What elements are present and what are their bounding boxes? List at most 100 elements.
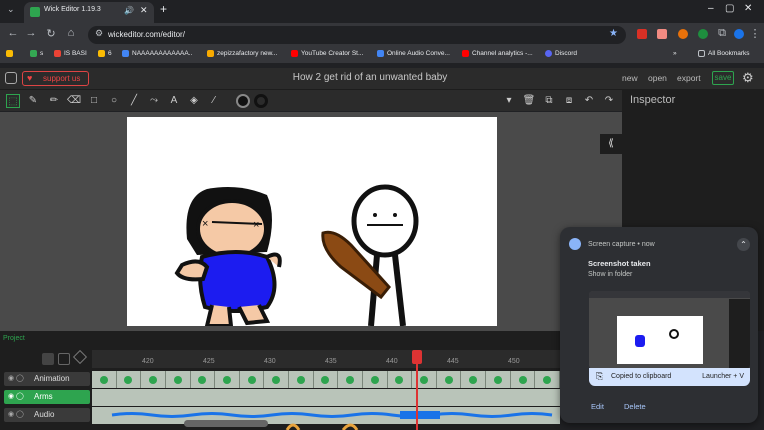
wick-logo-icon[interactable] (5, 72, 17, 84)
bookmark-item[interactable]: YouTube Creator St... (291, 50, 363, 57)
minimize-icon[interactable]: – (708, 3, 714, 14)
redo-icon[interactable]: ↷ (602, 94, 616, 108)
undo-icon[interactable]: ↶ (582, 94, 596, 108)
keyframe[interactable] (362, 371, 388, 388)
keyframe[interactable] (535, 371, 560, 388)
all-bookmarks[interactable]: All Bookmarks (698, 50, 750, 57)
stroke-color-swatch[interactable] (254, 94, 268, 108)
layer-visibility-icon[interactable]: ◉ ◯ (8, 410, 24, 418)
collapse-inspector-button[interactable]: ⟪ (600, 134, 622, 154)
dropdown-icon[interactable]: ▾ (502, 94, 516, 108)
path-tool-icon[interactable]: ⤳ (147, 94, 161, 108)
layer-audio[interactable]: ◉ ◯ Audio (4, 408, 90, 422)
settings-gear-icon[interactable]: ⚙ (742, 70, 754, 86)
browser-tab[interactable]: Wick Editor 1.19.3 🔊 ✕ (24, 2, 154, 23)
save-button[interactable]: save (712, 71, 734, 85)
ellipse-tool-icon[interactable]: ○ (107, 94, 121, 108)
keyframe[interactable] (461, 371, 487, 388)
copy-icon[interactable]: ⧉ (542, 94, 556, 108)
add-layer-icon[interactable] (58, 353, 70, 365)
keyframe[interactable] (264, 371, 290, 388)
screenshot-notification[interactable]: Screen capture • now ⌃ Screenshot taken … (560, 227, 758, 423)
show-in-folder-link[interactable]: Show in folder (588, 271, 632, 278)
playhead-line[interactable] (416, 352, 418, 430)
bookmark-folder-icon[interactable] (6, 50, 13, 57)
keyframe[interactable] (92, 371, 117, 388)
keyframe[interactable] (239, 371, 265, 388)
extension-icon-4[interactable] (698, 29, 708, 39)
home-icon[interactable]: ⌂ (64, 27, 78, 39)
keyframe[interactable] (190, 371, 216, 388)
forward-icon[interactable]: → (24, 27, 38, 39)
export-button[interactable]: export (677, 73, 701, 83)
cursor-tool-icon[interactable]: ⬚ (6, 94, 20, 108)
fill-bucket-icon[interactable]: ◈ (187, 94, 201, 108)
timeline-scrollbar[interactable] (184, 420, 268, 427)
paste-icon[interactable]: ⧈ (562, 94, 576, 108)
address-bar[interactable]: ⚙ wickeditor.com/editor/ ★ (88, 26, 626, 44)
tab-search-icon[interactable]: ⌄ (7, 4, 15, 15)
line-tool-icon[interactable]: ╱ (127, 94, 141, 108)
screenshot-thumbnail[interactable] (589, 291, 750, 369)
extension-icon-1[interactable] (637, 29, 647, 39)
keyframe[interactable] (338, 371, 363, 388)
keyframe[interactable] (387, 371, 413, 388)
support-us-button[interactable]: ♥ support us (22, 71, 89, 86)
keyframe[interactable] (313, 371, 339, 388)
bookmark-item[interactable]: 6 (98, 50, 112, 57)
baby-character[interactable]: × × (174, 187, 282, 328)
text-tool-icon[interactable]: A (167, 94, 181, 108)
audio-playing-icon[interactable]: 🔊 (124, 6, 134, 15)
profile-avatar[interactable] (734, 29, 744, 39)
extension-icon-2[interactable] (657, 29, 667, 39)
bookmark-item[interactable]: IS BASI (54, 50, 87, 57)
layer-arms[interactable]: ◉ ◯ Arms (4, 390, 90, 404)
maximize-icon[interactable]: ▢ (725, 3, 734, 14)
site-info-icon[interactable]: ⚙ (95, 28, 103, 39)
layer-visibility-icon[interactable]: ◉ ◯ (8, 392, 24, 400)
fill-color-swatch[interactable] (236, 94, 250, 108)
rectangle-tool-icon[interactable]: □ (87, 94, 101, 108)
url-text[interactable]: wickeditor.com/editor/ (108, 30, 185, 39)
reload-icon[interactable]: ↻ (44, 27, 58, 40)
bookmark-item[interactable]: zepizzafactory new... (207, 50, 277, 57)
bookmark-star-icon[interactable]: ★ (609, 28, 618, 39)
collapse-chevron-icon[interactable]: ⌃ (737, 238, 750, 251)
stage-canvas[interactable]: × × (127, 117, 497, 328)
new-tab-button[interactable]: + (160, 2, 167, 16)
browser-menu-icon[interactable]: ⋮ (748, 27, 762, 40)
keyframe[interactable] (165, 371, 191, 388)
delete-layer-icon[interactable] (42, 353, 54, 365)
delete-button[interactable]: Delete (624, 402, 646, 411)
keyframe[interactable] (289, 371, 314, 388)
bookmarks-overflow-icon[interactable]: » (673, 50, 677, 57)
bookmark-item[interactable]: Discord (545, 50, 577, 57)
bookmark-item[interactable]: Online Audio Conve... (377, 50, 450, 57)
keyframe[interactable] (486, 371, 511, 388)
keyframe[interactable] (510, 371, 536, 388)
frames-row-arms[interactable] (92, 389, 560, 406)
extensions-puzzle-icon[interactable]: ⧉ (715, 27, 729, 40)
back-icon[interactable]: ← (6, 27, 20, 39)
bookmark-item[interactable]: s (30, 50, 43, 57)
keyframe[interactable] (141, 371, 166, 388)
extension-icon-3[interactable] (678, 29, 688, 39)
edit-button[interactable]: Edit (591, 402, 604, 411)
window-close-icon[interactable]: ✕ (744, 3, 752, 14)
keyframe[interactable] (215, 371, 240, 388)
project-title[interactable]: How 2 get rid of an unwanted baby (200, 72, 540, 83)
delete-icon[interactable]: 🗑 (522, 94, 536, 108)
project-tab[interactable]: Project (3, 335, 25, 342)
keyframe[interactable] (436, 371, 462, 388)
bookmark-item[interactable]: Channel analytics -... (462, 50, 533, 57)
frames-row-animation[interactable] (92, 371, 560, 388)
new-button[interactable]: new (622, 73, 638, 83)
eraser-tool-icon[interactable]: ⌫ (67, 94, 81, 108)
bookmark-item[interactable]: NAAAAAAAAAAAA.. (122, 50, 192, 57)
open-button[interactable]: open (648, 73, 667, 83)
keyframe[interactable] (116, 371, 142, 388)
layer-visibility-icon[interactable]: ◉ ◯ (8, 374, 24, 382)
pencil-tool-icon[interactable]: ✏ (47, 94, 61, 108)
tab-close-icon[interactable]: ✕ (140, 5, 148, 16)
layer-animation[interactable]: ◉ ◯ Animation (4, 372, 90, 386)
